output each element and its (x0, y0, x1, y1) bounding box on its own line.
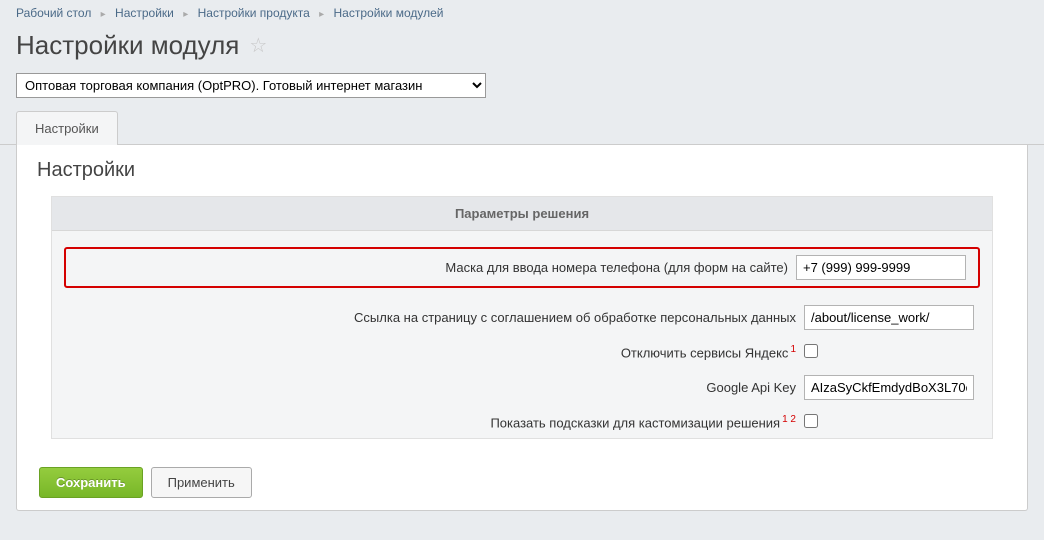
panel-heading: Настройки (37, 159, 1013, 182)
apply-button[interactable]: Применить (151, 467, 252, 498)
chevron-right-icon: ▸ (319, 9, 324, 20)
star-icon[interactable]: ☆ (249, 33, 267, 58)
agreement-link-input[interactable] (804, 305, 974, 330)
footer-actions: Сохранить Применить (16, 457, 1028, 511)
show-hints-checkbox[interactable] (804, 414, 818, 428)
phone-mask-input[interactable] (796, 255, 966, 280)
section-header: Параметры решения (52, 197, 992, 231)
breadcrumb-item[interactable]: Рабочий стол (16, 6, 91, 20)
breadcrumb-item[interactable]: Настройки модулей (334, 6, 444, 20)
breadcrumb: Рабочий стол ▸ Настройки ▸ Настройки про… (0, 0, 1044, 26)
settings-panel: Настройки Параметры решения Маска для вв… (16, 145, 1028, 457)
module-select[interactable]: Оптовая торговая компания (OptPRO). Гото… (16, 73, 486, 98)
agreement-link-label: Ссылка на страницу с соглашением об обра… (64, 310, 804, 325)
page-title: Настройки модуля (16, 30, 239, 61)
breadcrumb-item[interactable]: Настройки (115, 6, 174, 20)
breadcrumb-item[interactable]: Настройки продукта (198, 6, 310, 20)
chevron-right-icon: ▸ (183, 9, 188, 20)
tab-settings[interactable]: Настройки (16, 111, 118, 145)
google-api-label: Google Api Key (64, 380, 804, 395)
save-button[interactable]: Сохранить (39, 467, 143, 498)
disable-yandex-label: Отключить сервисы Яндекс1 (64, 344, 804, 360)
show-hints-label: Показать подсказки для кастомизации реше… (64, 414, 804, 430)
google-api-input[interactable] (804, 375, 974, 400)
footnote-12: 1 2 (782, 414, 796, 425)
disable-yandex-checkbox[interactable] (804, 344, 818, 358)
phone-mask-highlight: Маска для ввода номера телефона (для фор… (64, 247, 980, 288)
form-inner: Параметры решения Маска для ввода номера… (51, 196, 993, 439)
phone-mask-label: Маска для ввода номера телефона (для фор… (76, 260, 796, 275)
chevron-right-icon: ▸ (101, 9, 106, 20)
footnote-1: 1 (790, 344, 796, 355)
